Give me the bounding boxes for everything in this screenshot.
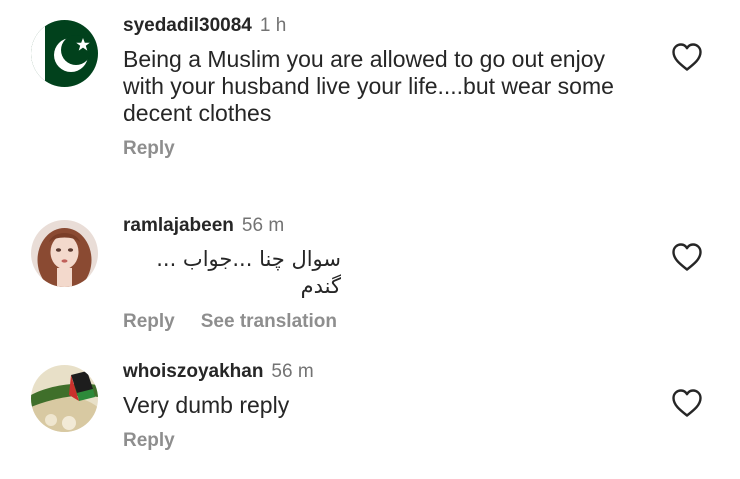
username[interactable]: whoiszoyakhan <box>123 361 263 382</box>
reply-button[interactable]: Reply <box>123 311 175 332</box>
timestamp: 56 m <box>241 215 285 236</box>
reply-button[interactable]: Reply <box>123 430 175 451</box>
comment-text: Very dumb reply <box>123 392 290 418</box>
comment-text: سوال چنا ...جواب ... گندم <box>156 247 341 298</box>
username[interactable]: syedadil30084 <box>123 15 252 36</box>
reply-button[interactable]: Reply <box>123 138 175 159</box>
comment-actions: Reply See translation <box>123 310 630 334</box>
see-translation-button[interactable]: See translation <box>201 311 337 332</box>
comment-meta: syedadil30084 1 h <box>123 14 630 38</box>
avatar-ramlajabeen[interactable] <box>31 220 98 287</box>
username[interactable]: ramlajabeen <box>123 215 234 236</box>
comment-meta: ramlajabeen 56 m <box>123 214 630 238</box>
doll-portrait-icon <box>31 220 98 287</box>
pakistan-flag-icon <box>31 20 98 87</box>
comment-text: Being a Muslim you are allowed to go out… <box>123 46 614 126</box>
avatar-whoiszoyakhan[interactable] <box>31 365 98 432</box>
heart-outline-icon[interactable] <box>671 242 703 272</box>
comment-actions: Reply <box>123 137 630 161</box>
heart-outline-icon[interactable] <box>671 42 703 72</box>
timestamp: 56 m <box>271 361 314 382</box>
avatar-syedadil30084[interactable] <box>31 20 98 87</box>
heart-outline-icon[interactable] <box>671 388 703 418</box>
landscape-photo-icon <box>31 365 98 432</box>
comment-actions: Reply <box>123 429 630 453</box>
timestamp: 1 h <box>259 15 287 36</box>
comment-meta: whoiszoyakhan 56 m <box>123 360 630 384</box>
